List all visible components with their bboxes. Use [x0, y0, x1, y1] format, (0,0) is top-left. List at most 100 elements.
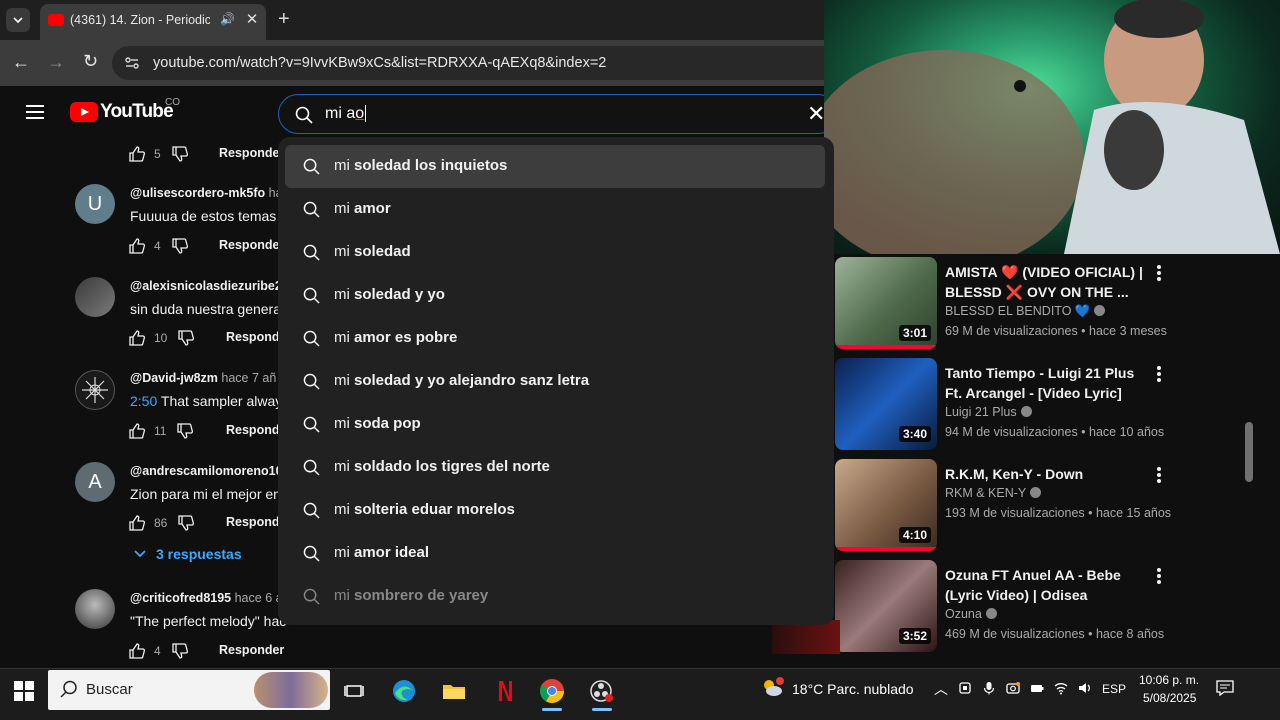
microphone-icon[interactable] — [982, 681, 996, 695]
video-title[interactable]: Ozuna FT Anuel AA - Bebe (Lyric Video) |… — [945, 565, 1155, 605]
video-thumbnail[interactable]: 3:52 — [835, 560, 937, 652]
youtube-logo[interactable]: YouTube — [70, 101, 174, 123]
windows-start-icon[interactable] — [14, 681, 34, 701]
reload-icon[interactable]: ↻ — [83, 51, 98, 72]
browser-tab[interactable]: (4361) 14. Zion - Periodico de Ayer 🔊 ✕ — [40, 4, 266, 40]
show-hidden-icons-icon[interactable]: ︿ — [934, 679, 948, 699]
comment-author[interactable]: @criticofred8195 hace 6 a — [130, 591, 283, 605]
search-suggestion[interactable]: mi solteria eduar morelos — [285, 489, 825, 532]
like-icon[interactable] — [128, 422, 146, 440]
task-view-icon[interactable] — [340, 677, 368, 705]
related-video[interactable]: 3:52 Ozuna FT Anuel AA - Bebe (Lyric Vid… — [835, 560, 1275, 656]
reply-button[interactable]: Responder — [219, 146, 284, 160]
wifi-icon[interactable] — [1054, 681, 1068, 695]
avatar[interactable] — [75, 370, 115, 410]
search-suggestion[interactable]: mi sombrero de yarey — [285, 575, 825, 618]
like-icon[interactable] — [128, 145, 146, 163]
obs-recording-icon[interactable] — [588, 677, 616, 711]
input-language[interactable]: ESP — [1102, 682, 1126, 696]
camera-icon[interactable] — [1006, 681, 1020, 695]
avatar[interactable]: U — [75, 184, 115, 224]
back-arrow-icon[interactable]: ← — [12, 52, 30, 73]
search-suggestion[interactable]: mi amor — [285, 188, 825, 231]
search-icon — [303, 201, 320, 218]
channel-name[interactable]: Ozuna — [945, 607, 997, 621]
more-options-icon[interactable] — [1157, 568, 1161, 584]
edge-browser-icon[interactable] — [390, 677, 418, 705]
avatar[interactable]: A — [75, 462, 115, 502]
more-options-icon[interactable] — [1157, 265, 1161, 281]
page-scrollbar[interactable] — [1245, 422, 1253, 482]
related-video[interactable]: 3:40 Tanto Tiempo - Luigi 21 Plus Ft. Ar… — [835, 358, 1275, 454]
search-suggestion[interactable]: mi soda pop — [285, 403, 825, 446]
comment-author[interactable]: @David-jw8zm hace 7 añ — [130, 371, 276, 385]
chrome-icon[interactable] — [538, 677, 566, 711]
clear-search-icon[interactable]: ✕ — [807, 101, 825, 127]
video-title[interactable]: Tanto Tiempo - Luigi 21 Plus Ft. Arcange… — [945, 363, 1155, 403]
avatar[interactable] — [75, 589, 115, 629]
tab-close-icon[interactable]: ✕ — [244, 10, 260, 28]
search-suggestion[interactable]: mi amor ideal — [285, 532, 825, 575]
dislike-icon[interactable] — [177, 514, 195, 532]
audio-playing-icon[interactable]: 🔊 — [220, 12, 235, 26]
suggestion-prefix: mi — [334, 157, 354, 174]
forward-arrow-icon[interactable]: → — [47, 52, 65, 73]
dislike-icon[interactable] — [171, 145, 189, 163]
volume-icon[interactable] — [1078, 681, 1092, 695]
search-suggestion[interactable]: mi amor es pobre — [285, 317, 825, 360]
video-title[interactable]: AMISTA ❤️ (VIDEO OFICIAL) | BLESSD ❌ OVY… — [945, 262, 1155, 302]
like-icon[interactable] — [128, 514, 146, 532]
taskbar-search-box[interactable]: Buscar — [48, 670, 330, 710]
dislike-icon[interactable] — [177, 329, 195, 347]
search-suggestion[interactable]: mi soledad y yo — [285, 274, 825, 317]
tray-app-icon[interactable] — [958, 681, 972, 695]
video-thumbnail[interactable]: 3:40 — [835, 358, 937, 450]
like-icon[interactable] — [128, 642, 146, 660]
suggestion-text: mi amor es pobre — [334, 329, 457, 346]
dislike-icon[interactable] — [176, 422, 194, 440]
comment-author[interactable]: @ulisescordero-mk5fo ha — [130, 186, 283, 200]
search-suggestion[interactable]: mi soledad — [285, 231, 825, 274]
channel-name[interactable]: RKM & KEN-Y — [945, 486, 1042, 500]
channel-name[interactable]: Luigi 21 Plus — [945, 405, 1032, 419]
more-options-icon[interactable] — [1157, 467, 1161, 483]
notification-icon[interactable] — [1216, 680, 1234, 696]
related-video[interactable]: 4:10 R.K.M, Ken-Y - Down RKM & KEN-Y 193… — [835, 459, 1275, 555]
view-replies-button[interactable]: 3 respuestas — [134, 546, 242, 562]
comment-author[interactable]: @alexisnicolasdiezuribe27 — [130, 279, 289, 293]
reply-button[interactable]: Responder — [219, 238, 284, 252]
like-icon[interactable] — [128, 237, 146, 255]
video-thumbnail[interactable]: 3:01 — [835, 257, 937, 349]
video-thumbnail[interactable]: 4:10 — [835, 459, 937, 551]
weather-cloudy-icon[interactable] — [760, 676, 784, 700]
battery-icon[interactable] — [1030, 681, 1044, 695]
search-input[interactable]: mi ao ✕ — [278, 94, 838, 134]
search-suggestion[interactable]: mi soldado los tigres del norte — [285, 446, 825, 489]
channel-name[interactable]: BLESSD EL BENDITO 💙 — [945, 304, 1106, 319]
dislike-icon[interactable] — [171, 237, 189, 255]
active-app-indicator — [592, 708, 612, 711]
weather-text[interactable]: 18°C Parc. nublado — [792, 681, 914, 697]
timestamp-link[interactable]: 2:50 — [130, 393, 157, 409]
file-explorer-icon[interactable] — [440, 677, 468, 705]
like-count: 4 — [154, 239, 161, 253]
video-title[interactable]: R.K.M, Ken-Y - Down — [945, 464, 1155, 484]
search-suggestion[interactable]: mi soledad los inquietos — [285, 145, 825, 188]
new-tab-icon[interactable]: + — [278, 8, 290, 31]
dislike-icon[interactable] — [171, 642, 189, 660]
country-code: CO — [165, 97, 180, 108]
clock-time[interactable]: 10:06 p. m. — [1139, 673, 1199, 687]
hamburger-menu-icon[interactable] — [26, 105, 44, 119]
tab-search-button[interactable] — [6, 8, 30, 32]
search-suggestion[interactable]: mi soledad y yo alejandro sanz letra — [285, 360, 825, 403]
comment-actions: 11 — [128, 421, 194, 441]
related-video[interactable]: 3:01 AMISTA ❤️ (VIDEO OFICIAL) | BLESSD … — [835, 257, 1275, 353]
more-options-icon[interactable] — [1157, 366, 1161, 382]
reply-button[interactable]: Responder — [219, 643, 284, 657]
like-icon[interactable] — [128, 329, 146, 347]
comment-author[interactable]: @andrescamilomoreno10 — [130, 464, 283, 478]
site-settings-icon[interactable] — [124, 55, 140, 71]
netflix-icon[interactable] — [490, 677, 518, 705]
avatar[interactable] — [75, 277, 115, 317]
clock-date[interactable]: 5/08/2025 — [1143, 691, 1196, 705]
